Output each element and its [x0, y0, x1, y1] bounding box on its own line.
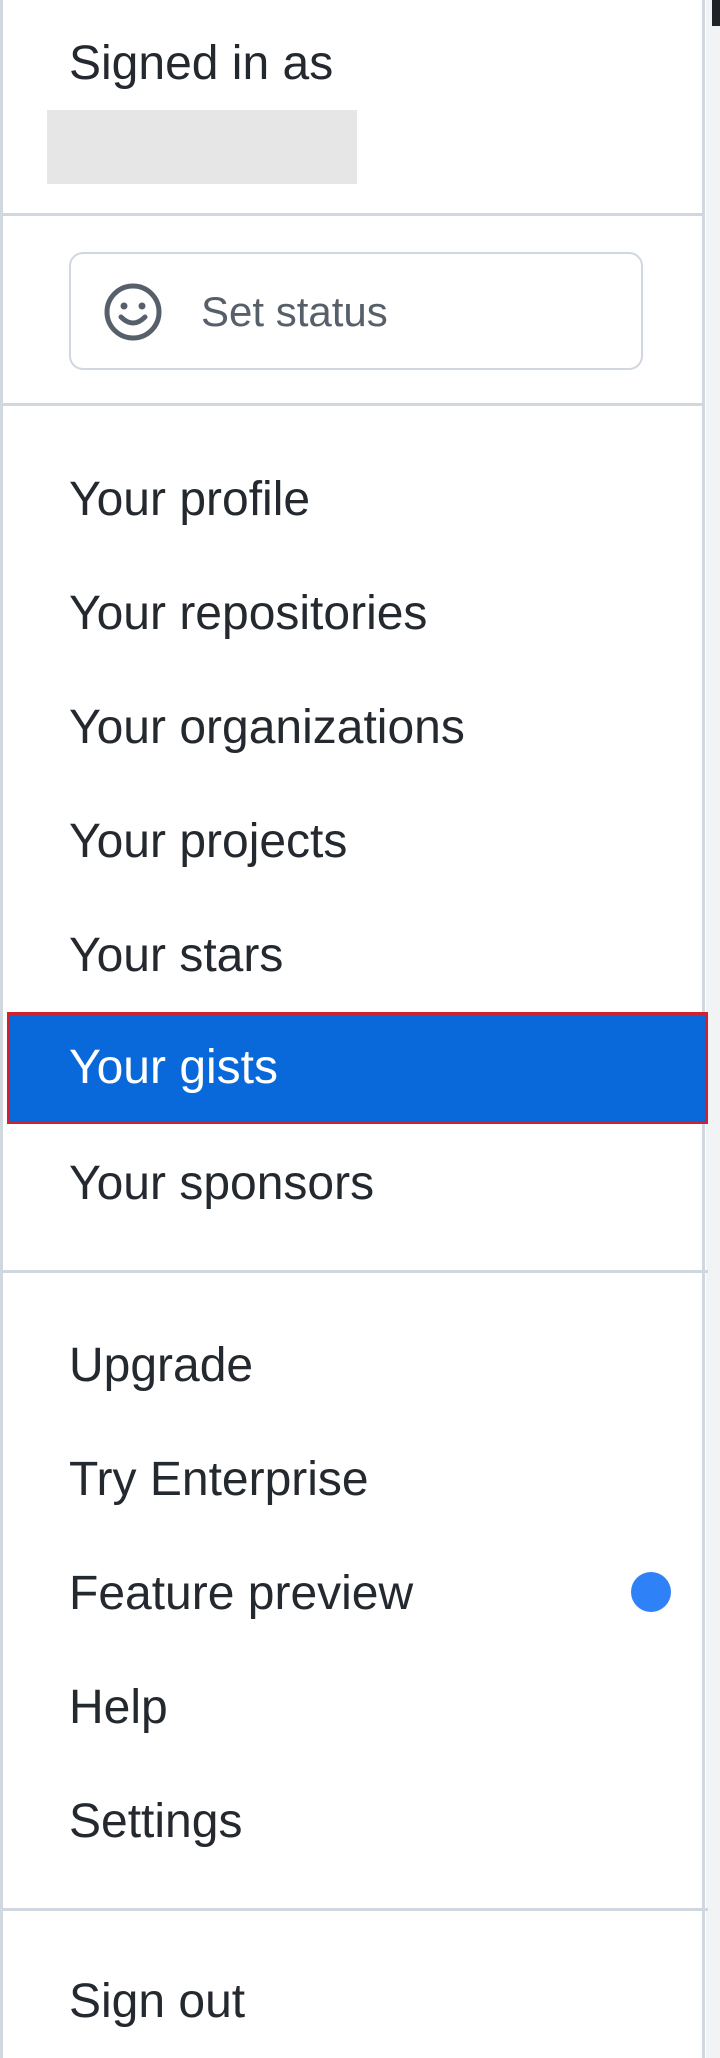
feature-preview-dot-icon — [631, 1572, 671, 1612]
menu-item-sign-out[interactable]: Sign out — [3, 1946, 708, 2058]
account-dropdown-menu: Signed in as Set status Your profile You… — [0, 0, 708, 2058]
smiley-icon — [104, 283, 162, 341]
menu-item-your-profile[interactable]: Your profile — [3, 444, 708, 556]
menu-item-help[interactable]: Help — [3, 1652, 708, 1764]
menu-item-your-organizations[interactable]: Your organizations — [3, 672, 708, 784]
status-section: Set status — [3, 216, 702, 406]
menu-item-your-stars[interactable]: Your stars — [3, 900, 708, 1012]
menu-item-try-enterprise[interactable]: Try Enterprise — [3, 1424, 708, 1536]
set-status-label: Set status — [201, 288, 388, 335]
menu-item-your-repositories[interactable]: Your repositories — [3, 558, 708, 670]
menu-item-settings[interactable]: Settings — [3, 1766, 708, 1878]
menu-item-your-projects[interactable]: Your projects — [3, 786, 708, 898]
menu-divider — [3, 1908, 708, 1911]
menu-item-upgrade[interactable]: Upgrade — [3, 1310, 708, 1422]
page-edge-top — [712, 0, 720, 26]
set-status-button[interactable]: Set status — [69, 252, 643, 370]
menu-item-feature-preview[interactable]: Feature preview — [3, 1538, 708, 1650]
menu-item-your-gists[interactable]: Your gists — [7, 1012, 708, 1124]
menu-item-your-sponsors[interactable]: Your sponsors — [3, 1128, 708, 1240]
username-redacted — [47, 110, 357, 184]
signed-in-header: Signed in as — [3, 0, 702, 216]
page-edge — [706, 0, 720, 2058]
signed-in-label: Signed in as — [69, 37, 334, 90]
menu-divider — [3, 1270, 708, 1273]
